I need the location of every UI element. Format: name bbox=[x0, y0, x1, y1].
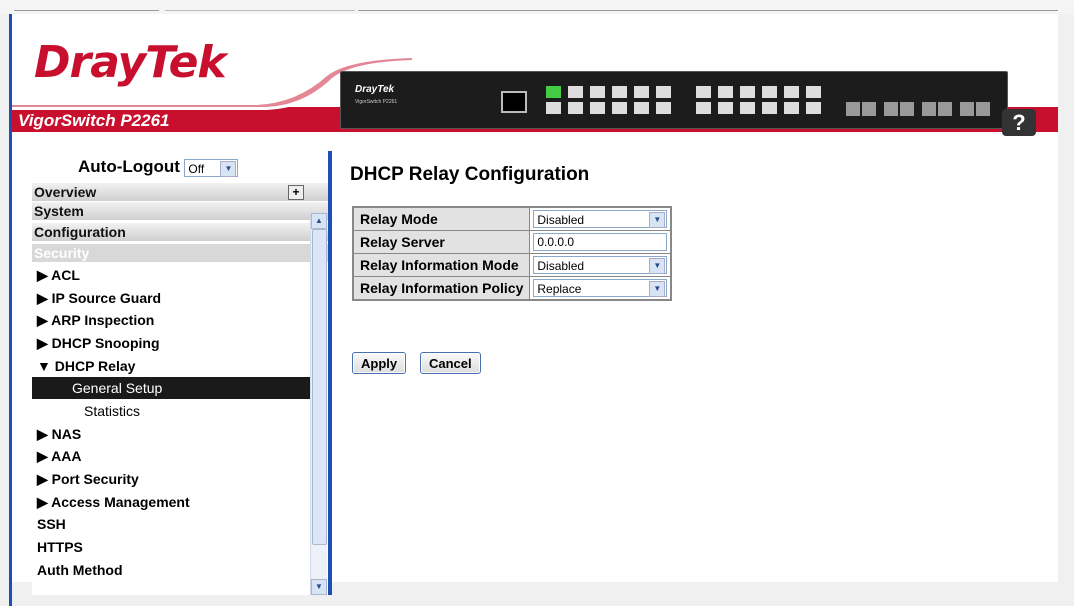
sfp-port bbox=[900, 102, 914, 116]
sfp-port bbox=[884, 102, 898, 116]
ethernet-port bbox=[784, 86, 799, 98]
relay-info-mode-label: Relay Information Mode bbox=[352, 253, 531, 277]
menu-item-ssh[interactable]: SSH bbox=[32, 513, 312, 535]
menu-item-nas[interactable]: ▶ NAS bbox=[32, 423, 312, 445]
relay-info-mode-select[interactable]: Disabled ▼ bbox=[533, 256, 668, 275]
app-frame: DrayTek VigorSwitch P2261 DrayTek VigorS… bbox=[12, 14, 1058, 595]
section-system[interactable]: System bbox=[32, 202, 328, 221]
ethernet-port bbox=[718, 86, 733, 98]
ethernet-port bbox=[806, 102, 821, 114]
sidebar: Auto-Logout Off ▼ Overview + System Conf… bbox=[32, 149, 328, 595]
menu-item-acl[interactable]: ▶ ACL bbox=[32, 264, 312, 286]
ethernet-port bbox=[784, 102, 799, 114]
ethernet-port bbox=[762, 102, 777, 114]
menu-item-access-management[interactable]: ▶ Access Management bbox=[32, 491, 312, 513]
page-title: DHCP Relay Configuration bbox=[350, 164, 590, 185]
ethernet-port bbox=[568, 86, 583, 98]
menu-item-dhcp-relay[interactable]: ▼ DHCP Relay bbox=[32, 355, 312, 377]
ethernet-port bbox=[546, 102, 561, 114]
menu-item-auth-method[interactable]: Auth Method bbox=[32, 559, 312, 581]
console-port bbox=[501, 91, 527, 113]
menu-item-statistics[interactable]: Statistics bbox=[32, 400, 312, 422]
chevron-down-icon: ▼ bbox=[649, 258, 666, 275]
browser-top-area bbox=[0, 0, 1074, 14]
scroll-down-icon[interactable]: ▼ bbox=[311, 579, 327, 595]
autologout-label: Auto-Logout bbox=[78, 157, 180, 176]
top-divider bbox=[165, 10, 355, 11]
sfp-port bbox=[846, 102, 860, 116]
chevron-down-icon: ▼ bbox=[220, 160, 237, 177]
device-model: VigorSwitch P2261 bbox=[355, 99, 398, 105]
relay-info-policy-label: Relay Information Policy bbox=[352, 276, 531, 301]
section-configuration[interactable]: Configuration bbox=[32, 223, 328, 242]
sidebar-scrollbar[interactable]: ▲ ▼ bbox=[310, 213, 327, 595]
menu-item-general-setup[interactable]: General Setup bbox=[32, 377, 312, 399]
top-divider bbox=[358, 10, 1058, 11]
relay-server-label: Relay Server bbox=[352, 230, 531, 254]
sfp-port bbox=[938, 102, 952, 116]
sfp-port bbox=[960, 102, 974, 116]
autologout-select[interactable]: Off ▼ bbox=[184, 158, 239, 177]
table-row: Relay Server bbox=[352, 230, 672, 254]
relay-mode-select[interactable]: Disabled ▼ bbox=[533, 210, 668, 229]
autologout-control: Auto-Logout Off ▼ bbox=[78, 157, 239, 179]
ethernet-port bbox=[568, 102, 583, 114]
chevron-down-icon: ▼ bbox=[649, 212, 666, 229]
logo: DrayTek bbox=[34, 37, 227, 88]
ethernet-port bbox=[656, 86, 671, 98]
table-row: Relay Information Mode Disabled ▼ bbox=[352, 253, 672, 277]
ethernet-port bbox=[590, 102, 605, 114]
expand-icon[interactable]: + bbox=[288, 185, 304, 200]
ethernet-port bbox=[634, 102, 649, 114]
model-name: VigorSwitch P2261 bbox=[18, 111, 170, 130]
chevron-down-icon: ▼ bbox=[649, 281, 666, 298]
header: DrayTek VigorSwitch P2261 DrayTek VigorS… bbox=[12, 14, 1058, 146]
relay-info-policy-select[interactable]: Replace ▼ bbox=[533, 279, 668, 298]
menu-item-aaa[interactable]: ▶ AAA bbox=[32, 445, 312, 467]
ethernet-port bbox=[806, 86, 821, 98]
menu-item-port-security[interactable]: ▶ Port Security bbox=[32, 468, 312, 490]
relay-config-table: Relay Mode Disabled ▼ Relay Server Relay… bbox=[352, 206, 673, 301]
ethernet-port bbox=[634, 86, 649, 98]
ethernet-port bbox=[740, 102, 755, 114]
table-row: Relay Information Policy Replace ▼ bbox=[352, 276, 672, 301]
ethernet-port bbox=[656, 102, 671, 114]
device-brand: DrayTek bbox=[355, 84, 395, 95]
help-button[interactable]: ? bbox=[1002, 109, 1036, 136]
table-row: Relay Mode Disabled ▼ bbox=[352, 206, 672, 231]
section-overview[interactable]: Overview + bbox=[32, 183, 328, 202]
section-security[interactable]: Security bbox=[32, 244, 328, 263]
sfp-port bbox=[862, 102, 876, 116]
device-panel-image: DrayTek VigorSwitch P2261 bbox=[340, 71, 1008, 129]
ethernet-port bbox=[762, 86, 777, 98]
scroll-thumb[interactable] bbox=[312, 229, 327, 545]
frame-divider bbox=[328, 151, 332, 595]
ethernet-port bbox=[718, 102, 733, 114]
ethernet-port bbox=[612, 86, 627, 98]
ethernet-port bbox=[546, 86, 561, 98]
ethernet-port bbox=[696, 86, 711, 98]
top-divider bbox=[14, 10, 159, 11]
relay-server-input[interactable] bbox=[533, 233, 668, 251]
menu-item-https[interactable]: HTTPS bbox=[32, 536, 312, 558]
scroll-up-icon[interactable]: ▲ bbox=[311, 213, 327, 229]
menu-item-arp-inspection[interactable]: ▶ ARP Inspection bbox=[32, 309, 312, 331]
apply-button[interactable]: Apply bbox=[352, 352, 407, 374]
ethernet-port bbox=[740, 86, 755, 98]
ethernet-port bbox=[696, 102, 711, 114]
sfp-port bbox=[922, 102, 936, 116]
sfp-port bbox=[976, 102, 990, 116]
menu-item-ip-source-guard[interactable]: ▶ IP Source Guard bbox=[32, 287, 312, 309]
cancel-button[interactable]: Cancel bbox=[420, 352, 481, 374]
ethernet-port bbox=[590, 86, 605, 98]
menu-item-dhcp-snooping[interactable]: ▶ DHCP Snooping bbox=[32, 332, 312, 354]
relay-mode-label: Relay Mode bbox=[352, 206, 531, 231]
ethernet-port bbox=[612, 102, 627, 114]
